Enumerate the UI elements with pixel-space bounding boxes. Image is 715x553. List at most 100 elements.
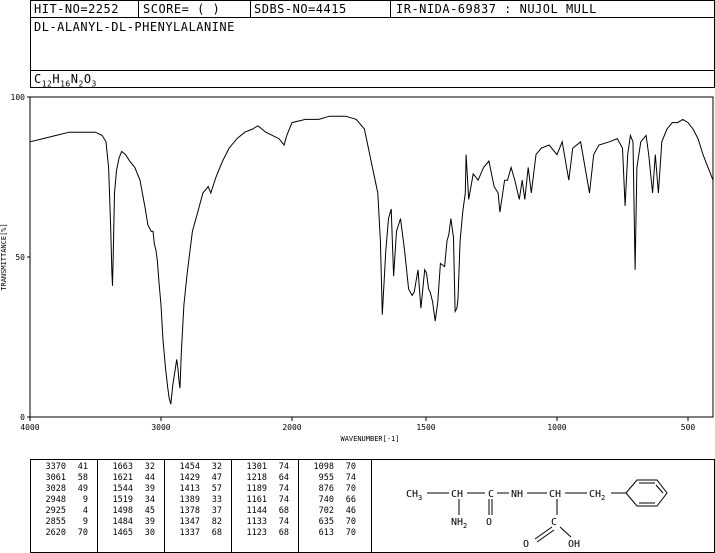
x-axis-ticks: 4000 3000 2000 1500 1000 500 xyxy=(20,417,695,432)
peak-transmittance: 37 xyxy=(211,506,222,516)
structure-label-o-2: O xyxy=(523,539,529,550)
peak-wavenumber: 1347 xyxy=(179,517,200,527)
structure-label-nh2: NH2 xyxy=(451,517,467,530)
peak-transmittance: 44 xyxy=(144,473,155,483)
structure-label-ch2: CH2 xyxy=(589,489,605,502)
structure-label-o: O xyxy=(486,517,492,528)
peak-transmittance: 4 xyxy=(82,506,88,516)
peak-transmittance: 32 xyxy=(211,462,222,472)
structure-label-c-2: C xyxy=(551,517,557,528)
x-tick-label: 2000 xyxy=(282,423,301,432)
peak-row: 1465 30 xyxy=(101,528,155,539)
peak-wavenumber: 2948 xyxy=(45,495,66,505)
peak-row: 955 74 xyxy=(302,473,356,484)
peak-transmittance: 64 xyxy=(278,473,289,483)
y-axis-label: TRANSMITTANCE[%] xyxy=(0,223,8,290)
peak-column-divider xyxy=(231,459,232,553)
peak-wavenumber: 1519 xyxy=(112,495,133,505)
peak-wavenumber: 635 xyxy=(318,517,334,527)
peak-transmittance: 70 xyxy=(345,484,356,494)
structure-label-nh: NH xyxy=(511,489,523,500)
peak-row: 1301 74 xyxy=(235,462,289,473)
structure-label-ch3: CH3 xyxy=(406,489,422,502)
peak-row: 1189 74 xyxy=(235,484,289,495)
peak-column: 1301 74 1218 64 1189 74 1161 74 1144 68 1133 74 1123… xyxy=(235,462,289,539)
peak-transmittance: 49 xyxy=(77,484,88,494)
structure-label-oh: OH xyxy=(568,539,580,550)
chemical-structure: CH3 CH C NH CH CH2 NH2 O C O OH xyxy=(406,479,668,550)
x-tick-label: 1000 xyxy=(547,423,566,432)
plot-frame xyxy=(29,96,714,418)
peak-row: 702 46 xyxy=(302,506,356,517)
peak-row: 635 70 xyxy=(302,517,356,528)
peak-wavenumber: 1465 xyxy=(112,528,133,538)
peak-transmittance: 68 xyxy=(211,528,222,538)
x-tick-label: 4000 xyxy=(20,423,39,432)
peak-row: 2948 9 xyxy=(34,495,88,506)
peak-row: 1218 64 xyxy=(235,473,289,484)
peak-column: 3370 41 3061 58 3028 49 2948 9 2925 4 2855 9 2620 70 xyxy=(34,462,88,539)
peak-wavenumber: 2925 xyxy=(45,506,66,516)
peak-transmittance: 74 xyxy=(278,484,289,494)
peak-row: 3370 41 xyxy=(34,462,88,473)
peak-column: 1454 32 1429 47 1413 57 1389 33 1378 37 1347 82 1337… xyxy=(168,462,222,539)
y-tick-label: 100 xyxy=(11,93,26,102)
ir-spectrum-chart: 4000 3000 2000 1500 1000 500 100500 WAVENUMBE… xyxy=(0,93,714,443)
peak-transmittance: 82 xyxy=(211,517,222,527)
peak-transmittance: 68 xyxy=(278,528,289,538)
x-tick-label: 500 xyxy=(681,423,696,432)
x-axis-label: WAVENUMBER[-1] xyxy=(340,435,399,443)
peak-wavenumber: 2620 xyxy=(45,528,66,538)
peak-wavenumber: 876 xyxy=(318,484,334,494)
peak-row: 876 70 xyxy=(302,484,356,495)
peak-wavenumber: 1161 xyxy=(246,495,267,505)
peak-wavenumber: 1389 xyxy=(179,495,200,505)
peak-column-divider xyxy=(298,459,299,553)
peak-row: 1144 68 xyxy=(235,506,289,517)
peak-transmittance: 68 xyxy=(278,506,289,516)
peak-row: 1454 32 xyxy=(168,462,222,473)
peak-wavenumber: 613 xyxy=(318,528,334,538)
peak-transmittance: 74 xyxy=(278,517,289,527)
peak-wavenumber: 3028 xyxy=(45,484,66,494)
peak-column-divider xyxy=(97,459,98,553)
peak-row: 1378 37 xyxy=(168,506,222,517)
peak-wavenumber: 1189 xyxy=(246,484,267,494)
peak-transmittance: 9 xyxy=(82,495,88,505)
peak-transmittance: 33 xyxy=(211,495,222,505)
peak-wavenumber: 1413 xyxy=(179,484,200,494)
peak-transmittance: 74 xyxy=(345,473,356,483)
peak-row: 1413 57 xyxy=(168,484,222,495)
peak-row: 1123 68 xyxy=(235,528,289,539)
structure-label-ch-2: CH xyxy=(549,489,561,500)
peak-wavenumber: 1098 xyxy=(313,462,334,472)
peak-wavenumber: 1663 xyxy=(112,462,133,472)
peak-row: 3061 58 xyxy=(34,473,88,484)
peak-transmittance: 57 xyxy=(211,484,222,494)
peak-wavenumber: 1218 xyxy=(246,473,267,483)
peak-row: 1337 68 xyxy=(168,528,222,539)
structure-label-ch: CH xyxy=(451,489,463,500)
peak-wavenumber: 1133 xyxy=(246,517,267,527)
peak-wavenumber: 2855 xyxy=(45,517,66,527)
peak-wavenumber: 740 xyxy=(318,495,334,505)
y-tick-label: 0 xyxy=(20,413,25,422)
peak-transmittance: 46 xyxy=(345,506,356,516)
y-tick-label: 50 xyxy=(15,253,25,262)
peak-wavenumber: 1544 xyxy=(112,484,133,494)
peak-row: 1484 39 xyxy=(101,517,155,528)
peak-transmittance: 58 xyxy=(77,473,88,483)
peak-transmittance: 9 xyxy=(82,517,88,527)
peak-transmittance: 34 xyxy=(144,495,155,505)
peak-transmittance: 66 xyxy=(345,495,356,505)
peak-wavenumber: 1454 xyxy=(179,462,200,472)
peak-row: 2620 70 xyxy=(34,528,88,539)
peak-transmittance: 70 xyxy=(345,528,356,538)
x-tick-label: 1500 xyxy=(416,423,435,432)
peak-wavenumber: 1498 xyxy=(112,506,133,516)
peak-row: 1519 34 xyxy=(101,495,155,506)
peak-row: 1389 33 xyxy=(168,495,222,506)
spectrum-line xyxy=(29,115,714,405)
peak-wavenumber: 1429 xyxy=(179,473,200,483)
peak-row: 2855 9 xyxy=(34,517,88,528)
